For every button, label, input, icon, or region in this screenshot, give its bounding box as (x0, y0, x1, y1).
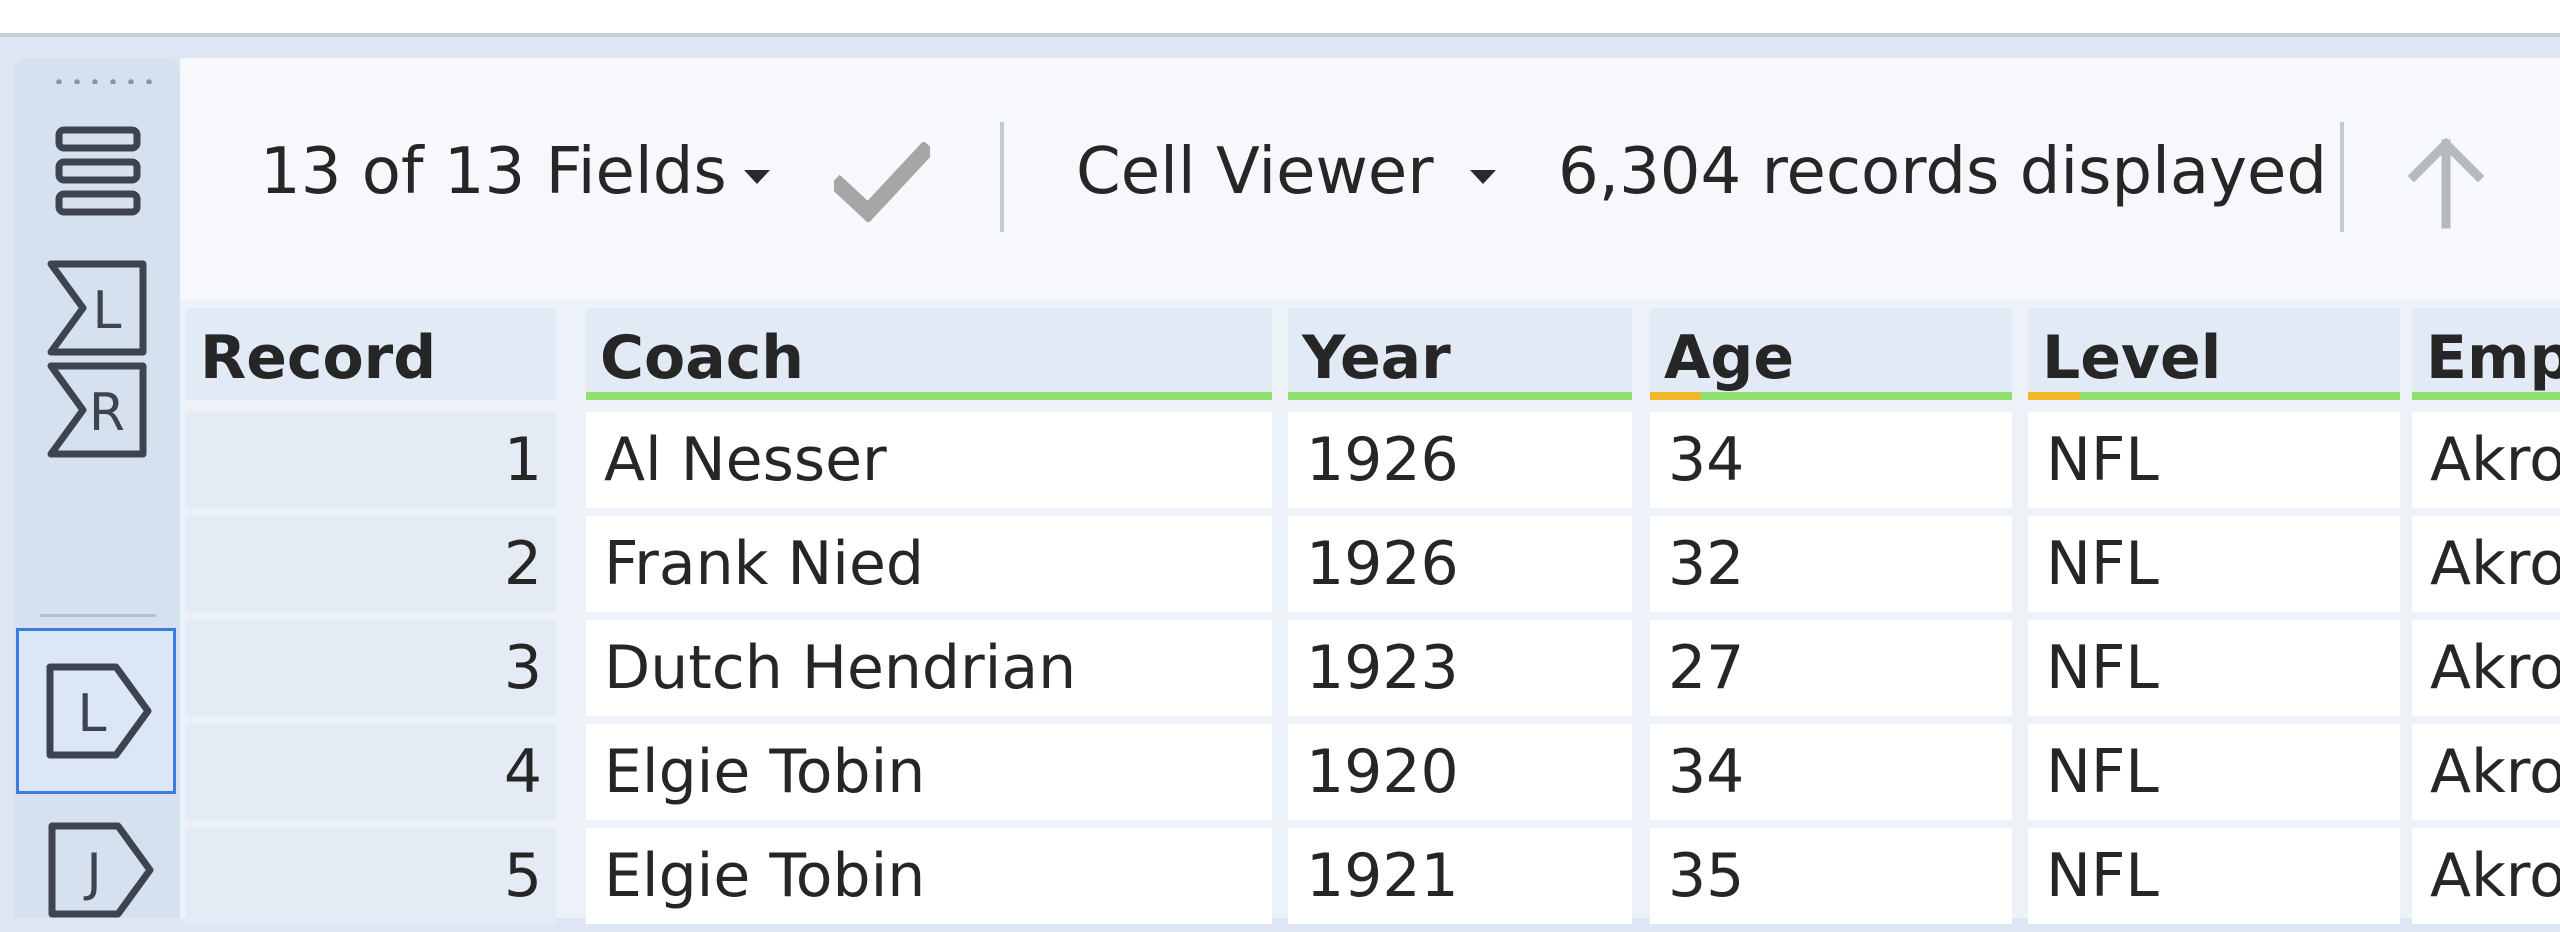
year-cell[interactable]: 1920 (1288, 724, 1632, 820)
age-cell[interactable]: 35 (1650, 828, 2012, 924)
record-cell: 2 (186, 516, 556, 612)
fields-selector[interactable]: 13 of 13 Fields (260, 140, 727, 204)
emp-cell[interactable]: Akro (2412, 516, 2560, 612)
results-grid: Record Coach Year Age Level Emp 1 Al Nes… (180, 308, 2560, 932)
emp-cell[interactable]: Akro (2412, 412, 2560, 508)
column-header-emp[interactable]: Emp (2412, 308, 2560, 400)
svg-text:L: L (78, 684, 107, 744)
age-cell[interactable]: 34 (1650, 412, 2012, 508)
age-cell[interactable]: 32 (1650, 516, 2012, 612)
toolbar-divider (2340, 122, 2344, 232)
svg-text:L: L (93, 281, 122, 341)
rows-icon[interactable] (36, 118, 160, 222)
rail-divider (40, 614, 156, 617)
drag-grip-icon[interactable] (50, 78, 160, 84)
level-cell[interactable]: NFL (2028, 516, 2400, 612)
age-cell[interactable]: 27 (1650, 620, 2012, 716)
records-count: 6,304 records displayed (1558, 135, 2327, 209)
column-header-year[interactable]: Year (1288, 308, 1632, 400)
l-anchor-icon[interactable]: L (16, 628, 176, 794)
chevron-down-icon[interactable] (744, 170, 770, 184)
coach-cell[interactable]: Al Nesser (586, 412, 1272, 508)
emp-cell[interactable]: Akro (2412, 828, 2560, 924)
column-header-coach[interactable]: Coach (586, 308, 1272, 400)
top-strip (0, 0, 2560, 37)
toolbar-divider (1000, 122, 1004, 232)
table-row[interactable]: 5 Elgie Tobin 1921 35 NFL Akro (180, 828, 2560, 932)
level-cell[interactable]: NFL (2028, 724, 2400, 820)
coach-cell[interactable]: Elgie Tobin (586, 828, 1272, 924)
record-cell: 3 (186, 620, 556, 716)
coach-cell[interactable]: Dutch Hendrian (586, 620, 1272, 716)
emp-cell[interactable]: Akro (2412, 724, 2560, 820)
year-cell[interactable]: 1923 (1288, 620, 1632, 716)
level-cell[interactable]: NFL (2028, 620, 2400, 716)
year-cell[interactable]: 1921 (1288, 828, 1632, 924)
cell-viewer-selector[interactable]: Cell Viewer (1076, 140, 1434, 204)
column-header-record[interactable]: Record (186, 308, 556, 400)
level-cell[interactable]: NFL (2028, 828, 2400, 924)
column-header-age[interactable]: Age (1650, 308, 2012, 400)
level-cell[interactable]: NFL (2028, 412, 2400, 508)
results-panel: 13 of 13 Fields Cell Viewer 6,304 record… (180, 58, 2560, 924)
chevron-down-icon[interactable] (1470, 170, 1496, 184)
left-rail: L R L J (14, 58, 180, 918)
record-cell: 1 (186, 412, 556, 508)
age-cell[interactable]: 34 (1650, 724, 2012, 820)
table-row[interactable]: 4 Elgie Tobin 1920 34 NFL Akro (180, 724, 2560, 828)
record-cell: 5 (186, 828, 556, 924)
coach-cell[interactable]: Frank Nied (586, 516, 1272, 612)
coach-cell[interactable]: Elgie Tobin (586, 724, 1272, 820)
sigma-l-icon[interactable]: L (36, 256, 160, 360)
svg-text:J: J (83, 843, 101, 903)
emp-cell[interactable]: Akro (2412, 620, 2560, 716)
results-toolbar: 13 of 13 Fields Cell Viewer 6,304 record… (180, 58, 2560, 300)
year-cell[interactable]: 1926 (1288, 412, 1632, 508)
j-anchor-icon[interactable]: J (36, 818, 160, 922)
arrow-up-icon[interactable] (2396, 132, 2496, 236)
check-icon[interactable] (828, 140, 936, 226)
year-cell[interactable]: 1926 (1288, 516, 1632, 612)
record-cell: 4 (186, 724, 556, 820)
table-header-row: Record Coach Year Age Level Emp (180, 308, 2560, 412)
sigma-r-icon[interactable]: R (36, 358, 160, 462)
column-header-level[interactable]: Level (2028, 308, 2400, 400)
table-row[interactable]: 1 Al Nesser 1926 34 NFL Akro (180, 412, 2560, 516)
table-row[interactable]: 3 Dutch Hendrian 1923 27 NFL Akro (180, 620, 2560, 724)
svg-text:R: R (89, 383, 125, 443)
table-row[interactable]: 2 Frank Nied 1926 32 NFL Akro (180, 516, 2560, 620)
